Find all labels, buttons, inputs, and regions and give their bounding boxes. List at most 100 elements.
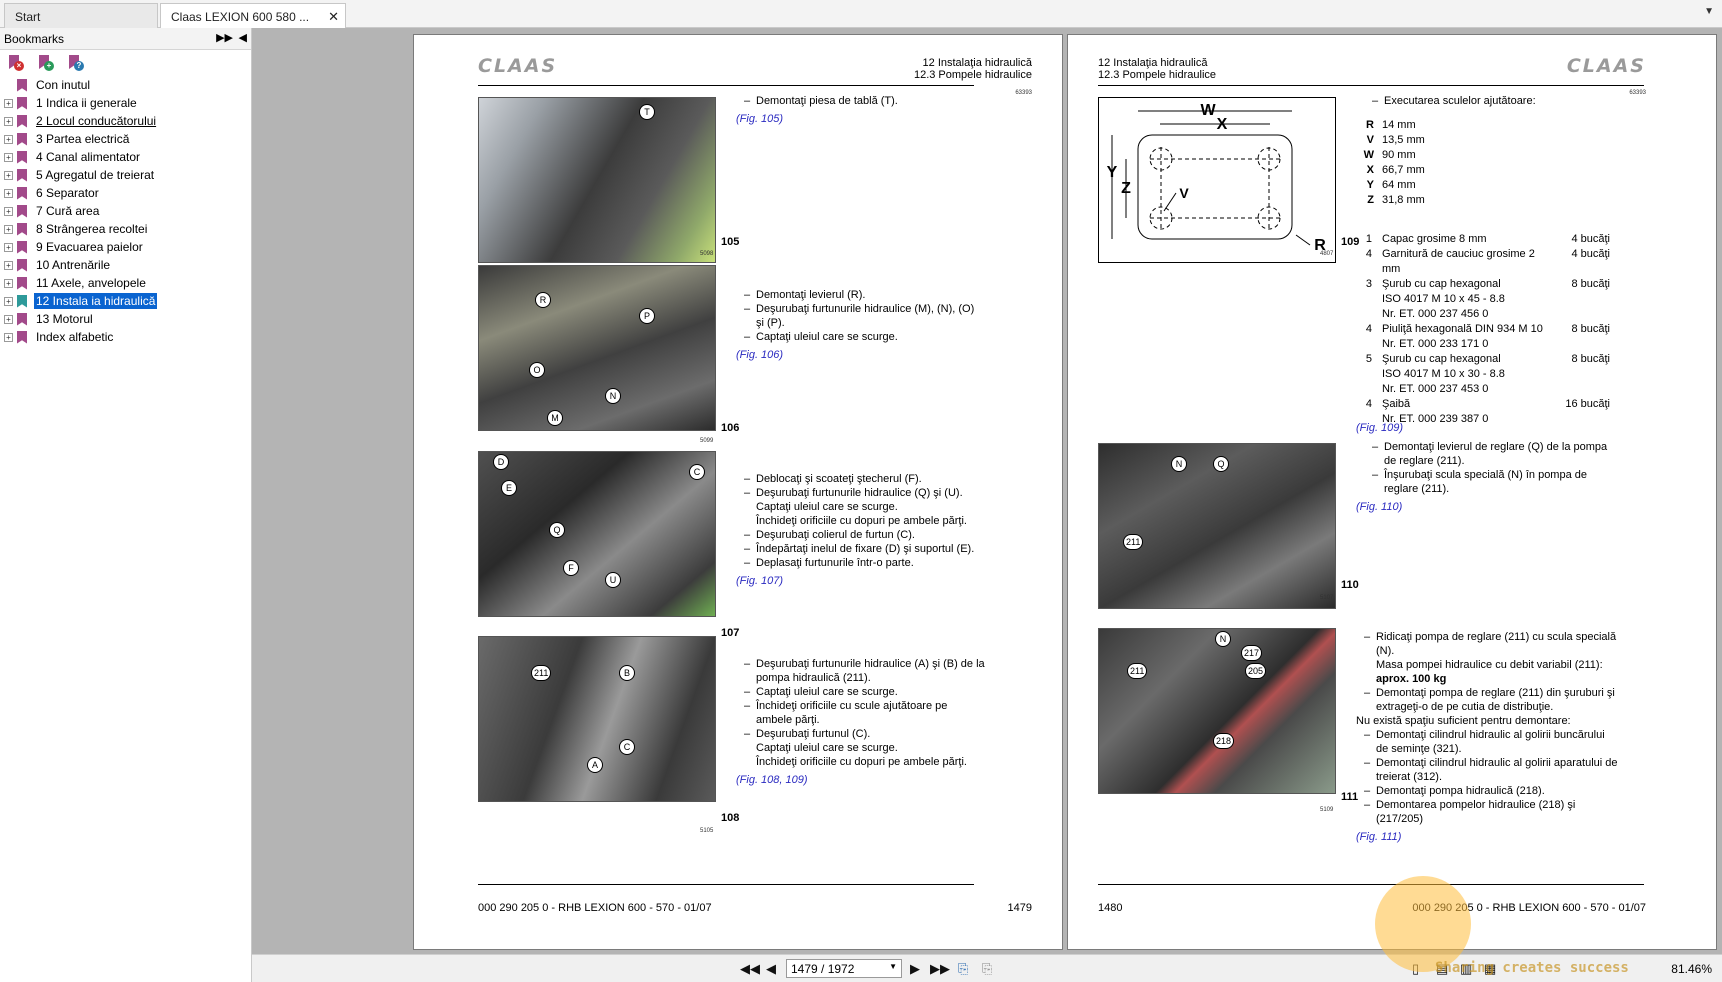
callout-label: O (529, 362, 545, 378)
next-page-icon[interactable]: ▶ (910, 961, 920, 977)
page-header: 12 Instalaţia hidraulică 12.3 Pompele hi… (1098, 57, 1217, 81)
header-rule (478, 85, 974, 86)
bookmark-icon (17, 240, 27, 254)
figure-number: 105 (721, 236, 740, 248)
bookmark-item-selected[interactable]: +12 Instala ia hidraulică (4, 292, 251, 310)
expand-icon[interactable]: + (4, 98, 13, 108)
callout-label: 205 (1245, 663, 1267, 679)
figure-code: 4807 (1320, 251, 1334, 257)
bookmark-item[interactable]: +2 Locul conducătorului (4, 112, 251, 130)
callout-label: Q (549, 522, 565, 538)
find-bookmark-icon[interactable]: ? (66, 54, 84, 72)
bookmark-icon (17, 204, 27, 218)
bookmark-icon (17, 132, 27, 146)
figure-code: 5109 (1320, 807, 1334, 813)
previous-page-icon[interactable]: ◀ (766, 961, 776, 977)
callout-label: A (587, 757, 603, 773)
bookmark-icon (17, 78, 27, 92)
bookmark-item[interactable]: +8 Strângerea recoltei (4, 220, 251, 238)
expand-icon[interactable]: + (4, 170, 13, 180)
figure-106-photo: R P O N M (478, 265, 716, 431)
bookmark-item[interactable]: +6 Separator (4, 184, 251, 202)
bookmark-item[interactable]: +3 Partea electrică (4, 130, 251, 148)
callout-label: E (501, 480, 517, 496)
drawing-label: X (1217, 116, 1228, 133)
bookmark-item[interactable]: +13 Motorul (4, 310, 251, 328)
footer-rule (1098, 884, 1644, 885)
bookmark-item[interactable]: +5 Agregatul de treierat (4, 166, 251, 184)
figure-reference-link[interactable]: (Fig. 105) (736, 112, 976, 126)
bookmark-icon (17, 276, 27, 290)
bookmark-item[interactable]: Con inutul (4, 76, 251, 94)
footer-rule (478, 884, 974, 885)
tab-start[interactable]: Start (4, 3, 158, 28)
figure-reference-link[interactable]: (Fig. 108, 109) (736, 773, 986, 787)
step-105: Demontaţi piesa de tablă (T). (Fig. 105) (736, 94, 976, 126)
figure-code: 5099 (700, 438, 714, 444)
expand-icon[interactable]: + (4, 116, 13, 126)
bookmark-icon (17, 294, 27, 308)
drawing-label: W (1200, 102, 1216, 119)
figure-105-photo: T (478, 97, 716, 263)
page-number-field[interactable]: 1479 / 1972 ▼ (786, 959, 902, 978)
drawing-label: V (1179, 185, 1189, 201)
bookmark-item[interactable]: +1 Indica ii generale (4, 94, 251, 112)
chevron-down-icon[interactable]: ▼ (1704, 6, 1714, 17)
bookmark-icon (17, 330, 27, 344)
figure-code: 5105 (700, 828, 714, 834)
bookmark-item[interactable]: +11 Axele, anvelopele (4, 274, 251, 292)
bookmark-tree: Con inutul +1 Indica ii generale +2 Locu… (0, 76, 251, 346)
bookmark-item[interactable]: +7 Cură area (4, 202, 251, 220)
expand-icon[interactable]: + (4, 296, 13, 306)
page-right: 12 Instalaţia hidraulică 12.3 Pompele hi… (1067, 34, 1717, 950)
callout-label: N (1171, 456, 1187, 472)
last-page-icon[interactable]: ▶▶ (930, 961, 950, 977)
bookmarks-panel: Bookmarks ▶▶ ◀ × + ? Con inutul +1 Indic… (0, 28, 252, 982)
close-icon[interactable]: ✕ (328, 9, 339, 25)
figure-reference-link[interactable]: (Fig. 106) (736, 348, 976, 362)
callout-label: N (1215, 631, 1231, 647)
figure-code: 5107 (1320, 595, 1334, 601)
tab-document[interactable]: Claas LEXION 600 580 ... ✕ (160, 3, 346, 29)
expand-icon[interactable]: + (4, 134, 13, 144)
expand-icon[interactable]: + (4, 242, 13, 252)
bookmarks-header: Bookmarks ▶▶ ◀ (0, 28, 251, 50)
add-bookmark-icon[interactable]: + (36, 54, 54, 72)
expand-icon[interactable]: + (4, 188, 13, 198)
figure-reference-link[interactable]: (Fig. 110) (1356, 500, 1614, 514)
delete-bookmark-icon[interactable]: × (6, 54, 24, 72)
bookmark-icon (17, 96, 27, 110)
bookmark-icon (17, 150, 27, 164)
step-106: Demontaţi levierul (R). Deşurubaţi furtu… (736, 288, 976, 362)
figure-reference-link[interactable]: (Fig. 109) (1356, 421, 1403, 435)
chevron-down-icon[interactable]: ▼ (889, 962, 897, 971)
figure-number: 110 (1341, 579, 1359, 591)
expand-icon[interactable]: + (4, 278, 13, 288)
bookmark-icon (17, 312, 27, 326)
step-107: Deblocaţi şi scoateţi ştecherul (F). Deş… (736, 472, 986, 588)
callout-label: 218 (1213, 733, 1235, 749)
collapse-panel-icon[interactable]: ◀ (239, 31, 247, 44)
parts-list: 1 Capac grosime 8 mm 4 bucăţi 4 Garnitură d… (1365, 233, 1610, 425)
expand-icon[interactable]: + (4, 314, 13, 324)
go-forward-icon[interactable]: ⎘ (982, 961, 992, 977)
document-viewer: CLAAS 12 Instalaţia hidraulică 12.3 Pomp… (252, 28, 1722, 954)
zoom-level[interactable]: 81.46% (1671, 962, 1712, 976)
bookmark-item[interactable]: +4 Canal alimentator (4, 148, 251, 166)
expand-panel-icon[interactable]: ▶▶ (216, 31, 233, 44)
figure-reference-link[interactable]: (Fig. 111) (1356, 830, 1618, 844)
watermark-text: Sharing creates success (1435, 960, 1629, 976)
expand-icon[interactable]: + (4, 332, 13, 342)
bookmark-item[interactable]: +10 Antrenările (4, 256, 251, 274)
expand-icon[interactable]: + (4, 152, 13, 162)
expand-icon[interactable]: + (4, 224, 13, 234)
bookmark-item[interactable]: + Index alfabetic (4, 328, 251, 346)
expand-icon[interactable]: + (4, 206, 13, 216)
page-left: CLAAS 12 Instalaţia hidraulică 12.3 Pomp… (413, 34, 1063, 950)
figure-reference-link[interactable]: (Fig. 107) (736, 574, 986, 588)
go-back-icon[interactable]: ⎘ (958, 961, 968, 977)
expand-icon[interactable]: + (4, 260, 13, 270)
bookmark-item[interactable]: +9 Evacuarea paielor (4, 238, 251, 256)
first-page-icon[interactable]: ◀◀ (740, 961, 760, 977)
callout-label: F (563, 560, 579, 576)
